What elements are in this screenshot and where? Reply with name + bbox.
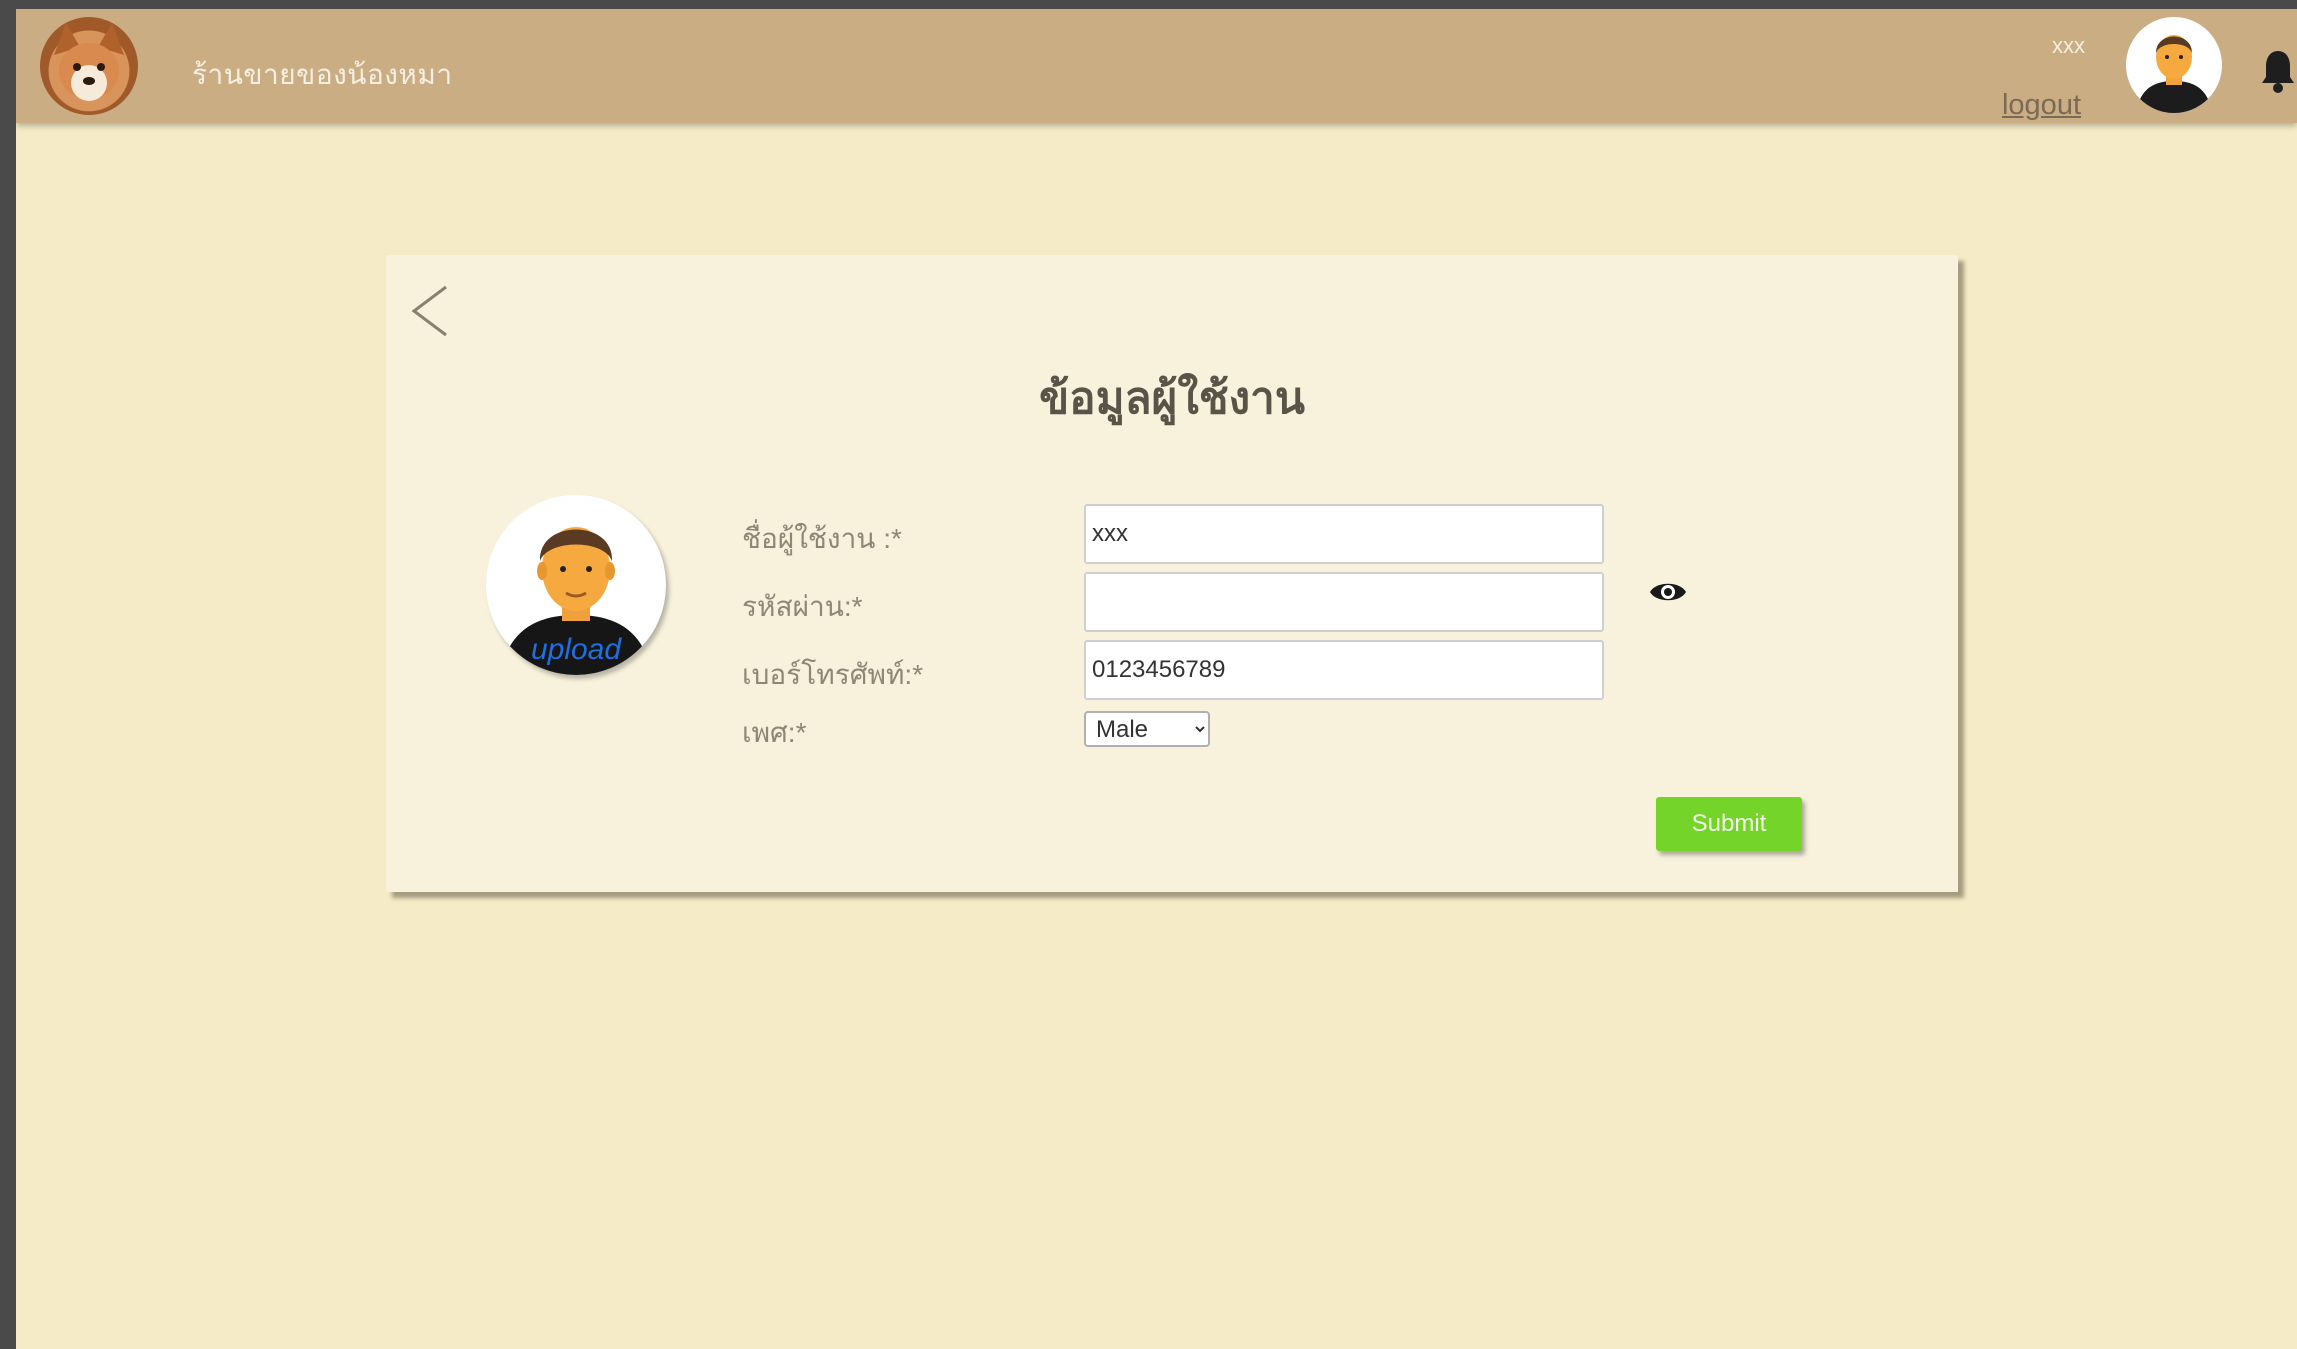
shop-name: ร้านขายของน้องหมา [192,59,453,90]
bell-icon[interactable] [2259,47,2297,95]
username-label: ชื่อผู้ใช้งาน :* [742,523,902,554]
upload-label: upload [530,633,622,666]
username-input[interactable] [1084,504,1604,564]
phone-input[interactable] [1084,640,1604,700]
password-label: รหัสผ่าน:* [742,591,863,622]
gender-select[interactable]: Male [1084,711,1210,747]
eye-icon[interactable] [1648,577,1688,607]
chevron-left-icon[interactable] [406,281,454,341]
header-username: xxx [2052,33,2085,58]
top-navigation-bar: ร้านขายของน้องหมา xxx logout [16,9,2297,123]
avatar-upload[interactable]: upload [486,495,666,675]
app-viewport: ร้านขายของน้องหมา xxx logout ข้อมูลผู้ใช… [16,9,2297,1349]
submit-button[interactable]: Submit [1656,797,1802,851]
gender-label: เพศ:* [742,717,807,748]
user-profile-card: ข้อมูลผู้ใช้งาน upload ชื่อผู้ใช้งาน :* … [386,255,1958,892]
dog-logo-icon[interactable] [40,17,138,115]
phone-label: เบอร์โทรศัพท์:* [742,659,924,690]
page-title: ข้อมูลผู้ใช้งาน [1039,374,1305,423]
user-avatar-icon[interactable] [2126,17,2222,113]
logout-link[interactable]: logout [2002,89,2081,122]
password-input[interactable] [1084,572,1604,632]
